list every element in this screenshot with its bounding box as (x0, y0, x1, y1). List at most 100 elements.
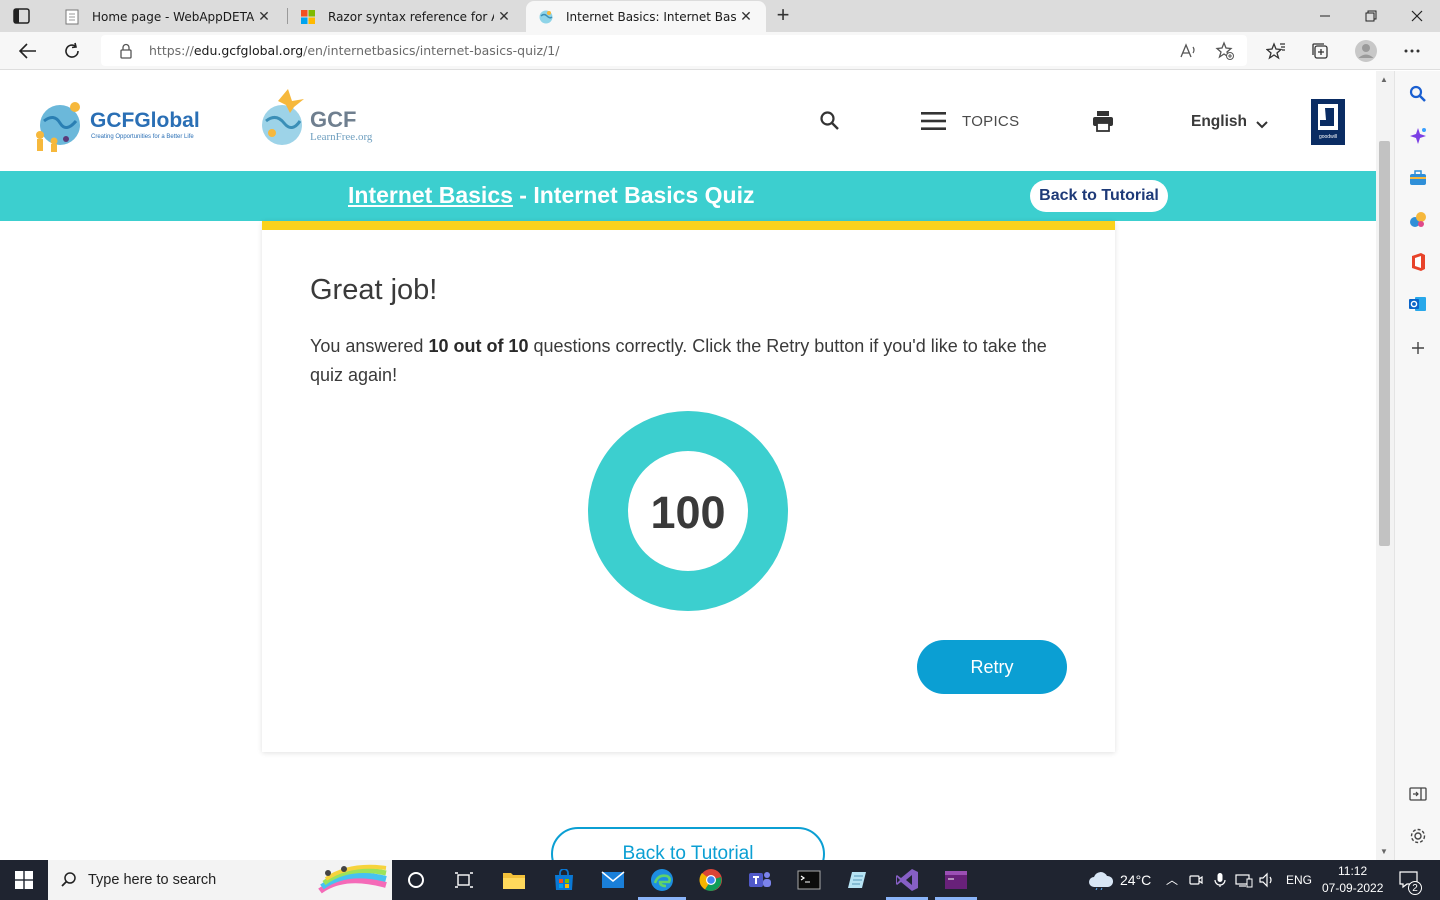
chrome-icon[interactable] (697, 866, 725, 894)
url-text: https://edu.gcfglobal.org/en/internetbas… (149, 43, 560, 58)
banner-title: Internet Basics - Internet Basics Quiz (348, 182, 755, 208)
chevron-down-icon[interactable] (1255, 117, 1269, 135)
gcfglobal-tagline: Creating Opportunities for a Better Life (91, 134, 194, 140)
result-heading: Great job! (310, 274, 438, 306)
teams-icon[interactable] (746, 866, 774, 894)
mail-icon[interactable] (599, 866, 627, 894)
microsoft-store-icon[interactable] (550, 866, 578, 894)
screen: Home page - WebAppDETAug2022 ✕ Razor syn… (0, 0, 1440, 900)
tray-chevron-up-icon[interactable]: ︿ (1166, 871, 1178, 888)
topics-menu-link[interactable]: TOPICS (962, 113, 1019, 130)
clock-date[interactable]: 07-09-2022 (1322, 881, 1383, 895)
notepad-icon[interactable] (844, 866, 872, 894)
back-to-tutorial-button[interactable]: Back to Tutorial (1030, 180, 1168, 212)
taskbar-search-placeholder: Type here to search (88, 872, 217, 888)
search-icon (60, 871, 78, 894)
microsoft-logo-icon (300, 9, 316, 25)
tab-label: Home page - WebAppDETAug2022 (92, 9, 254, 24)
vs-debug-console-icon[interactable] (942, 866, 970, 894)
refresh-icon[interactable] (58, 37, 86, 65)
volume-icon[interactable] (1256, 866, 1278, 894)
tab-webapp[interactable]: Home page - WebAppDETAug2022 ✕ (52, 1, 284, 32)
course-link[interactable]: Internet Basics (348, 182, 513, 208)
sidebar-hide-icon[interactable] (1408, 784, 1428, 804)
tab-internet-basics[interactable]: Internet Basics: Internet Basics Quiz ✕ (526, 1, 766, 32)
file-explorer-icon[interactable] (500, 866, 528, 894)
search-highlight-art-icon (318, 864, 387, 894)
score-value: 100 (650, 487, 726, 538)
tab-close-icon[interactable]: ✕ (494, 8, 514, 25)
input-language[interactable]: ENG (1286, 873, 1312, 887)
edge-sidebar (1394, 71, 1440, 860)
taskbar-search-box[interactable]: Type here to search (48, 860, 392, 900)
add-favorite-icon[interactable] (1215, 41, 1235, 61)
clock-time[interactable]: 11:12 (1338, 864, 1367, 878)
sidebar-add-icon[interactable] (1408, 338, 1428, 358)
quiz-result-card: Great job! You answered 10 out of 10 que… (262, 221, 1115, 752)
collections-icon[interactable] (1306, 37, 1334, 65)
favorites-icon[interactable] (1262, 37, 1290, 65)
tab-label: Internet Basics: Internet Basics Quiz (566, 9, 736, 24)
weather-cloud-icon[interactable] (1086, 866, 1116, 894)
retry-button[interactable]: Retry (917, 640, 1067, 694)
back-arrow-icon[interactable] (14, 37, 42, 65)
card-accent-strip (262, 221, 1115, 230)
task-view-icon[interactable] (450, 866, 478, 894)
address-bar[interactable]: https://edu.gcfglobal.org/en/internetbas… (101, 35, 1247, 66)
tab-razor[interactable]: Razor syntax reference for ASP.NET Core … (288, 1, 524, 32)
restore-button[interactable] (1348, 0, 1394, 32)
tab-close-icon[interactable]: ✕ (736, 8, 756, 25)
minimize-button[interactable] (1302, 0, 1348, 32)
back-to-tutorial-bottom-button[interactable]: Back to Tutorial (551, 827, 825, 860)
gcfglobal-wordmark: GCFGlobal (90, 109, 200, 132)
learnfree-subtitle: LearnFree.org (310, 131, 373, 143)
sidebar-settings-icon[interactable] (1408, 826, 1428, 846)
new-tab-button[interactable]: + (770, 3, 796, 29)
web-page: GCFGlobal Creating Opportunities for a B… (0, 71, 1376, 860)
result-message: You answered 10 out of 10 questions corr… (310, 336, 1047, 385)
document-icon (64, 9, 80, 25)
quiz-title: Internet Basics Quiz (533, 182, 755, 208)
learnfree-logo[interactable]: GCF LearnFree.org (260, 87, 410, 149)
visual-studio-icon[interactable] (893, 866, 921, 894)
close-window-button[interactable] (1394, 0, 1440, 32)
network-icon[interactable] (1232, 866, 1256, 894)
quiz-banner: Internet Basics - Internet Basics Quiz B… (0, 171, 1376, 221)
terminal-icon[interactable] (795, 866, 823, 894)
cortana-icon[interactable] (402, 866, 430, 894)
print-icon[interactable] (1092, 110, 1114, 137)
windows-taskbar: Type here to search 24°C ︿ ENG 11:12 07-… (0, 860, 1440, 900)
score-phrase: 10 out of 10 (428, 336, 529, 356)
gcf-globe-icon (538, 9, 554, 25)
more-options-icon[interactable] (1398, 37, 1426, 65)
scrollbar-thumb[interactable] (1379, 141, 1390, 546)
notification-count-badge: 2 (1408, 881, 1422, 895)
search-icon[interactable] (819, 110, 841, 137)
meet-now-icon[interactable] (1186, 866, 1206, 894)
lock-icon[interactable] (119, 43, 133, 64)
tab-label: Razor syntax reference for ASP.NET Core (328, 9, 494, 24)
vertical-scrollbar[interactable]: ▲ ▼ (1376, 71, 1394, 860)
browser-toolbar: https://edu.gcfglobal.org/en/internetbas… (0, 32, 1440, 70)
hamburger-menu-icon[interactable] (921, 111, 946, 136)
scroll-up-arrow-icon[interactable]: ▲ (1380, 75, 1388, 84)
sidebar-games-icon[interactable] (1408, 210, 1428, 230)
sidebar-discover-icon[interactable] (1408, 126, 1428, 146)
weather-temperature[interactable]: 24°C (1120, 872, 1151, 888)
sidebar-search-icon[interactable] (1408, 84, 1428, 104)
profile-avatar[interactable] (1352, 37, 1380, 65)
sidebar-office-icon[interactable] (1408, 252, 1428, 272)
scroll-down-arrow-icon[interactable]: ▼ (1380, 847, 1388, 856)
microphone-icon[interactable] (1210, 866, 1230, 894)
goodwill-logo[interactable]: goodwill (1311, 99, 1345, 145)
tab-actions-icon[interactable] (12, 7, 32, 25)
edge-browser-icon[interactable] (648, 866, 676, 894)
sidebar-tools-icon[interactable] (1408, 168, 1428, 188)
language-selector[interactable]: English (1191, 113, 1247, 131)
windows-start-icon[interactable] (0, 860, 48, 900)
tab-close-icon[interactable]: ✕ (254, 8, 274, 25)
goodwill-wordmark: goodwill (1318, 134, 1338, 140)
sidebar-outlook-icon[interactable] (1408, 294, 1428, 314)
gcfglobal-logo[interactable]: GCFGlobal Creating Opportunities for a B… (30, 97, 220, 153)
read-aloud-icon[interactable] (1179, 41, 1199, 61)
